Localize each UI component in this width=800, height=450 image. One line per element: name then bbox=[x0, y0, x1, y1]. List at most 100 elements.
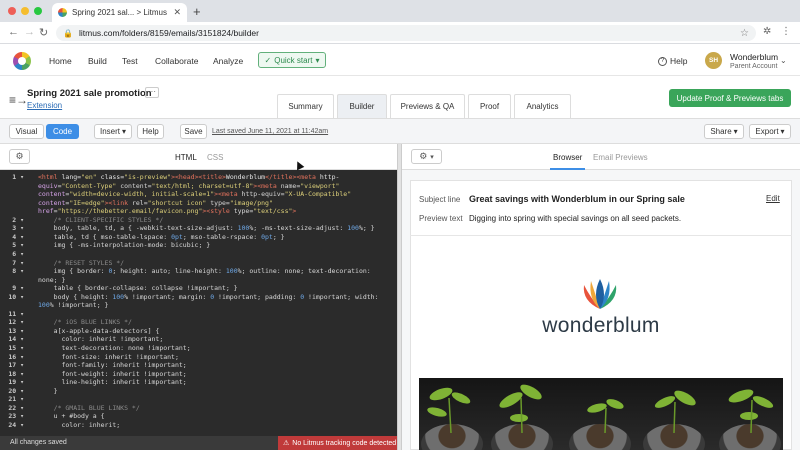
code-line[interactable]: none; } bbox=[0, 276, 397, 285]
code-line[interactable]: 8 ▾ img { border: 0; height: auto; line-… bbox=[0, 267, 397, 276]
browser-tab[interactable]: Spring 2021 sal... > Litmus ✕ bbox=[52, 3, 187, 22]
account-avatar[interactable]: SH bbox=[705, 52, 722, 69]
maximize-window-dot[interactable] bbox=[34, 7, 42, 15]
line-number: 2 ▾ bbox=[12, 215, 24, 224]
back-icon[interactable]: ← bbox=[8, 26, 19, 38]
tab-proof[interactable]: Proof bbox=[468, 94, 511, 118]
code-line[interactable]: 14 ▾ color: inherit !important; bbox=[0, 335, 397, 344]
nav-test[interactable]: Test bbox=[122, 56, 138, 66]
reload-icon[interactable]: ↻ bbox=[39, 26, 48, 39]
update-proof-button[interactable]: Update Proof & Previews tabs bbox=[669, 89, 791, 107]
close-window-dot[interactable] bbox=[8, 7, 16, 15]
browser-menu-icon[interactable]: ⋮ bbox=[781, 26, 791, 37]
insert-dropdown[interactable]: Insert ▾ bbox=[94, 124, 132, 139]
line-number: 24 ▾ bbox=[8, 420, 24, 429]
nav-analyze[interactable]: Analyze bbox=[213, 56, 243, 66]
editor-settings-button[interactable]: ⚙ bbox=[9, 149, 30, 164]
visual-mode-button[interactable]: Visual bbox=[9, 124, 44, 139]
edit-link[interactable]: Edit bbox=[766, 194, 780, 203]
code-line[interactable]: content="width=device-width, initial-sca… bbox=[0, 190, 397, 199]
line-number: 5 ▾ bbox=[12, 241, 24, 250]
code-text: table { border-collapse: collapse !impor… bbox=[38, 284, 238, 293]
code-line[interactable]: 7 ▾ /* RESET STYLES */ bbox=[0, 259, 397, 268]
tab-html[interactable]: HTML bbox=[175, 153, 197, 162]
line-number: 16 ▾ bbox=[8, 352, 24, 361]
tab-summary[interactable]: Summary bbox=[277, 94, 334, 118]
line-number: 17 ▾ bbox=[8, 361, 24, 370]
tab-css[interactable]: CSS bbox=[207, 153, 223, 162]
code-text: img { -ms-interpolation-mode: bicubic; } bbox=[38, 241, 211, 250]
code-line[interactable]: 100% !important; } bbox=[0, 301, 397, 310]
collapse-menu-icon[interactable]: ≡→ bbox=[9, 93, 28, 107]
check-circle-icon: ✓ bbox=[264, 55, 272, 65]
subject-line-value: Great savings with Wonderblum in our Spr… bbox=[469, 194, 685, 204]
code-line[interactable]: 12 ▾ /* iOS BLUE LINKS */ bbox=[0, 318, 397, 327]
bookmark-star-icon[interactable]: ☆ bbox=[740, 28, 749, 39]
code-line[interactable]: 13 ▾ a[x-apple-data-detectors] { bbox=[0, 327, 397, 336]
preview-settings-button[interactable]: ⚙ ▾ bbox=[411, 149, 442, 164]
code-line[interactable]: 23 ▾ u + #body a { bbox=[0, 412, 397, 421]
line-number: 20 ▾ bbox=[8, 386, 24, 395]
account-name[interactable]: Wonderblum bbox=[730, 52, 778, 62]
code-line[interactable]: 1 ▾ <html lang="en" class="is-preview"><h… bbox=[0, 173, 397, 182]
tab-email-previews[interactable]: Email Previews bbox=[593, 153, 648, 162]
seedling-photo bbox=[419, 378, 783, 450]
nav-build[interactable]: Build bbox=[88, 56, 107, 66]
code-line[interactable]: 10 ▾ body { height: 100% !important; mar… bbox=[0, 293, 397, 302]
code-text: equiv="Content-Type" content="text/html;… bbox=[38, 181, 340, 190]
account-chevron-icon[interactable]: ⌄ bbox=[780, 56, 787, 65]
code-line[interactable]: 20 ▾ } bbox=[0, 387, 397, 396]
code-line[interactable]: 16 ▾ font-size: inherit !important; bbox=[0, 353, 397, 362]
code-line[interactable]: 9 ▾ table { border-collapse: collapse !i… bbox=[0, 284, 397, 293]
code-line[interactable]: href="https://thebetter.email/favicon.pn… bbox=[0, 207, 397, 216]
code-line[interactable]: 6 ▾ bbox=[0, 250, 397, 259]
nav-home[interactable]: Home bbox=[49, 56, 72, 66]
code-line[interactable]: content="IE=edge"><link rel="shortcut ic… bbox=[0, 199, 397, 208]
tab-builder[interactable]: Builder bbox=[337, 94, 387, 118]
close-tab-icon[interactable]: ✕ bbox=[173, 7, 181, 18]
last-saved-link[interactable]: Last saved June 11, 2021 at 11:42am bbox=[212, 128, 328, 135]
help-label: Help bbox=[670, 56, 688, 66]
tracking-warning[interactable]: ⚠ No Litmus tracking code detected bbox=[278, 436, 397, 450]
chevron-down-icon: ▾ bbox=[122, 127, 127, 136]
extension-link[interactable]: Extension bbox=[27, 101, 62, 110]
help-link[interactable]: ? Help bbox=[658, 56, 687, 66]
extensions-icon[interactable]: ✲ bbox=[763, 26, 771, 37]
code-line[interactable]: 15 ▾ text-decoration: none !important; bbox=[0, 344, 397, 353]
project-more-button[interactable]: ··· bbox=[145, 87, 159, 98]
code-text: body { height: 100% !important; margin: … bbox=[38, 292, 379, 301]
save-button[interactable]: Save bbox=[180, 124, 207, 139]
code-line[interactable]: 24 ▾ color: inherit; bbox=[0, 421, 397, 430]
tab-previews-qa[interactable]: Previews & QA bbox=[390, 94, 465, 118]
address-bar[interactable]: 🔒 litmus.com/folders/8159/emails/3151824… bbox=[56, 25, 756, 41]
help-button[interactable]: Help bbox=[137, 124, 164, 139]
new-tab-icon[interactable]: + bbox=[193, 4, 201, 19]
code-line[interactable]: 2 ▾ /* CLIENT-SPECIFIC STYLES */ bbox=[0, 216, 397, 225]
code-line[interactable]: 17 ▾ font-family: inherit !important; bbox=[0, 361, 397, 370]
code-line[interactable]: 3 ▾ body, table, td, a { -webkit-text-si… bbox=[0, 224, 397, 233]
line-number: 1 ▾ bbox=[12, 173, 24, 181]
quick-start-button[interactable]: ✓ Quick start ▾ bbox=[258, 52, 326, 68]
code-line[interactable]: 4 ▾ table, td { mso-table-lspace: 0pt; m… bbox=[0, 233, 397, 242]
code-mode-button[interactable]: Code bbox=[46, 124, 79, 139]
nav-collaborate[interactable]: Collaborate bbox=[155, 56, 198, 66]
tab-analytics[interactable]: Analytics bbox=[514, 94, 571, 118]
minimize-window-dot[interactable] bbox=[21, 7, 29, 15]
forward-icon[interactable]: → bbox=[24, 26, 35, 38]
litmus-logo-icon[interactable] bbox=[13, 52, 31, 70]
code-line[interactable]: 22 ▾ /* GMAIL BLUE LINKS */ bbox=[0, 404, 397, 413]
code-line[interactable]: 19 ▾ line-height: inherit !important; bbox=[0, 378, 397, 387]
line-number: 13 ▾ bbox=[8, 326, 24, 335]
code-text: u + #body a { bbox=[38, 412, 105, 421]
export-dropdown[interactable]: Export ▾ bbox=[749, 124, 791, 139]
code-line[interactable]: equiv="Content-Type" content="text/html;… bbox=[0, 182, 397, 191]
code-line[interactable]: 18 ▾ font-weight: inherit !important; bbox=[0, 370, 397, 379]
line-number: 6 ▾ bbox=[12, 249, 24, 258]
code-line[interactable]: 11 ▾ bbox=[0, 310, 397, 319]
tab-browser[interactable]: Browser bbox=[549, 153, 586, 170]
code-line[interactable]: 21 ▾ bbox=[0, 395, 397, 404]
code-line[interactable]: 5 ▾ img { -ms-interpolation-mode: bicubi… bbox=[0, 241, 397, 250]
preview-divider bbox=[410, 235, 792, 236]
code-editor[interactable]: 1 ▾ <html lang="en" class="is-preview"><h… bbox=[0, 170, 397, 436]
share-dropdown[interactable]: Share ▾ bbox=[704, 124, 744, 139]
